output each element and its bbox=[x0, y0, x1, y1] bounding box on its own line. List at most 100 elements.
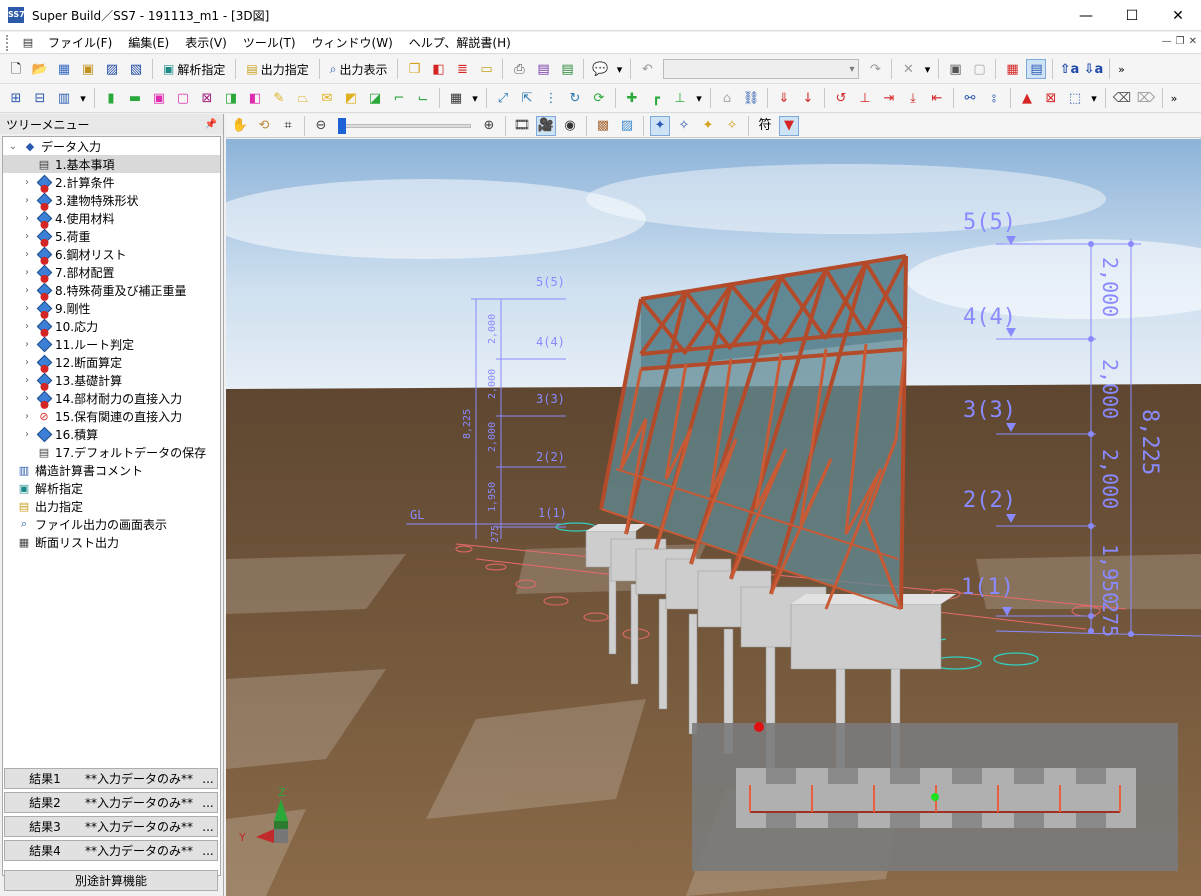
open-archive-icon[interactable]: ▣ bbox=[78, 59, 98, 79]
tree-item-16[interactable]: › 16.積算 bbox=[3, 425, 220, 443]
undo-icon[interactable]: ↶ bbox=[637, 59, 657, 79]
separate-calc-button[interactable]: 別途計算機能 bbox=[4, 870, 218, 891]
stair-icon[interactable]: ⌐ bbox=[389, 88, 409, 108]
load-arrow-icon[interactable]: ↓ bbox=[798, 88, 818, 108]
tree-extra-4[interactable]: ⌕ ファイル出力の画面表示 bbox=[3, 515, 220, 533]
node-split-icon[interactable]: ⋮ bbox=[541, 88, 561, 108]
analysis-button[interactable]: ▣ 解析指定 bbox=[157, 58, 231, 80]
menu-tools[interactable]: ツール(T) bbox=[235, 32, 304, 54]
color-layers-icon[interactable]: ◧ bbox=[428, 59, 448, 79]
tree-item-15[interactable]: › ⊘ 15.保有関連の直接入力 bbox=[3, 407, 220, 425]
window-disabled-icon[interactable]: ▢ bbox=[969, 59, 989, 79]
horizontal-load-icon[interactable]: ⇥ bbox=[879, 88, 899, 108]
box-dropdown-icon[interactable]: ▾ bbox=[1087, 92, 1101, 105]
rotate-icon[interactable]: ↻ bbox=[565, 88, 585, 108]
tree-extra-5[interactable]: ▦ 断面リスト出力 bbox=[3, 533, 220, 551]
eraser-light-icon[interactable]: ⌦ bbox=[1136, 88, 1156, 108]
hand-pan-icon[interactable]: ✋ bbox=[230, 116, 250, 136]
mail-icon[interactable]: ✉ bbox=[317, 88, 337, 108]
column-icon[interactable]: ▮ bbox=[101, 88, 121, 108]
tree-item-17[interactable]: ▤ 17.デフォルトデータの保存 bbox=[3, 443, 220, 461]
3d-scene[interactable]: 5(5) 4(4) 3(3) 2(2) 1(1) GL 2,000 2,000 … bbox=[226, 139, 1201, 896]
menu-grip[interactable] bbox=[6, 34, 16, 51]
expand-icon[interactable]: › bbox=[21, 429, 33, 440]
document-icon[interactable]: ▤ bbox=[18, 33, 38, 53]
menu-file[interactable]: ファイル(F) bbox=[40, 32, 120, 54]
chain-h-icon[interactable]: ⚯ bbox=[960, 88, 980, 108]
output-spec-button[interactable]: ▤ 出力指定 bbox=[240, 58, 314, 80]
tree-item-10[interactable]: › 10.応力 bbox=[3, 317, 220, 337]
frame-grid-icon[interactable]: ⊞ bbox=[6, 88, 26, 108]
box-3d-icon[interactable]: ⬚ bbox=[1065, 88, 1085, 108]
light-2-icon[interactable]: ✧ bbox=[674, 116, 694, 136]
grid-dropdown-icon[interactable]: ▾ bbox=[468, 92, 482, 105]
expand-icon[interactable]: › bbox=[21, 339, 33, 350]
pin-icon[interactable]: 📌 bbox=[205, 119, 217, 130]
link-icon[interactable]: ⛓ bbox=[741, 88, 761, 108]
expand-icon[interactable]: › bbox=[21, 375, 33, 386]
expand-icon[interactable]: › bbox=[21, 249, 33, 260]
mdi-close-icon[interactable]: ✕ bbox=[1189, 36, 1197, 47]
tray-icon[interactable]: ⏢ bbox=[293, 88, 313, 108]
building-icon[interactable]: ▥ bbox=[54, 88, 74, 108]
tree-root-data-input[interactable]: ⌄ ◆ データ入力 bbox=[3, 137, 220, 155]
grid-dark-icon[interactable]: ▦ bbox=[446, 88, 466, 108]
minimize-icon[interactable]: — bbox=[1063, 0, 1109, 31]
toolbar2-overflow-icon[interactable]: » bbox=[1167, 92, 1181, 105]
camera-icon[interactable]: 🎥 bbox=[536, 115, 556, 136]
crop-icon[interactable]: ⌗ bbox=[278, 116, 298, 136]
wall-pink-icon[interactable]: ▣ bbox=[149, 88, 169, 108]
copy-view-icon[interactable]: ❐ bbox=[404, 59, 424, 79]
support-dropdown-icon[interactable]: ▾ bbox=[692, 92, 706, 105]
note-flag-icon[interactable]: ▭ bbox=[476, 59, 496, 79]
output-display-button[interactable]: ⌕ 出力表示 bbox=[324, 58, 394, 80]
panel-pink-icon[interactable]: ◧ bbox=[245, 88, 265, 108]
light-1-icon[interactable]: ✦ bbox=[650, 115, 670, 136]
tree-extra-2[interactable]: ▣ 解析指定 bbox=[3, 479, 220, 497]
tree-item-11[interactable]: › 11.ルート判定 bbox=[3, 335, 220, 353]
mdi-minimize-icon[interactable]: — bbox=[1162, 36, 1172, 47]
expand-icon[interactable]: › bbox=[21, 195, 33, 206]
text-up-icon[interactable]: ⇧a bbox=[1059, 59, 1080, 79]
result-button-1[interactable]: 結果1 **入力データのみ** ... bbox=[4, 768, 218, 789]
area-load-icon[interactable]: ⤓ bbox=[903, 88, 923, 108]
open-project-icon[interactable]: ▦ bbox=[54, 59, 74, 79]
toolbar-overflow-icon[interactable]: » bbox=[1114, 63, 1128, 76]
joint-icon[interactable]: ✚ bbox=[622, 88, 642, 108]
zoom-in-icon[interactable]: ⊕ bbox=[479, 116, 499, 136]
app-icon[interactable]: SS7 bbox=[8, 7, 25, 23]
tree-extra-3[interactable]: ▤ 出力指定 bbox=[3, 497, 220, 515]
history-combo[interactable]: ▾ bbox=[663, 59, 860, 79]
open-folder-icon[interactable]: 📂 bbox=[30, 59, 50, 79]
tree-item-9[interactable]: › 9.剛性 bbox=[3, 299, 220, 319]
grid-red-icon[interactable]: ▦ bbox=[1002, 59, 1022, 79]
print-icon[interactable]: ⎙ bbox=[509, 59, 529, 79]
menu-view[interactable]: 表示(V) bbox=[177, 32, 235, 54]
redo-icon[interactable]: ↷ bbox=[865, 59, 885, 79]
slab-icon[interactable]: ▢ bbox=[173, 88, 193, 108]
mdi-restore-icon[interactable]: ❐ bbox=[1176, 36, 1185, 47]
comment-icon[interactable]: 💬 bbox=[590, 59, 610, 79]
tree-item-13[interactable]: › 13.基礎計算 bbox=[3, 371, 220, 391]
zoom-slider-thumb[interactable] bbox=[338, 117, 346, 134]
collapse-icon[interactable]: ⌄ bbox=[7, 141, 19, 152]
expand-icon[interactable]: › bbox=[21, 267, 33, 278]
new-file-icon[interactable]: 🗋 bbox=[6, 59, 26, 79]
corner-icon[interactable]: ┏ bbox=[646, 88, 666, 108]
point-load-icon[interactable]: ⊥ bbox=[855, 88, 875, 108]
sky-icon[interactable]: ▨ bbox=[617, 116, 637, 136]
tree-item-2[interactable]: › 2.計算条件 bbox=[3, 173, 220, 193]
pencil-icon[interactable]: ✎ bbox=[269, 88, 289, 108]
result-button-2[interactable]: 結果2 **入力データのみ** ... bbox=[4, 792, 218, 813]
viewer-icon[interactable]: ◉ bbox=[560, 116, 580, 136]
csv-export-icon[interactable]: ▤ bbox=[533, 59, 553, 79]
save-icon[interactable]: ▨ bbox=[102, 59, 122, 79]
expand-icon[interactable]: › bbox=[21, 321, 33, 332]
save-as-icon[interactable]: ▧ bbox=[126, 59, 146, 79]
tree-item-12[interactable]: › 12.断面算定 bbox=[3, 353, 220, 373]
moment-icon[interactable]: ↺ bbox=[831, 88, 851, 108]
tree-item-8[interactable]: › 8.特殊荷重及び補正重量 bbox=[3, 281, 220, 301]
list-flag-icon[interactable]: ≣ bbox=[452, 59, 472, 79]
expand-icon[interactable]: › bbox=[21, 411, 33, 422]
grid-select-icon[interactable]: ▤ bbox=[1026, 59, 1047, 79]
